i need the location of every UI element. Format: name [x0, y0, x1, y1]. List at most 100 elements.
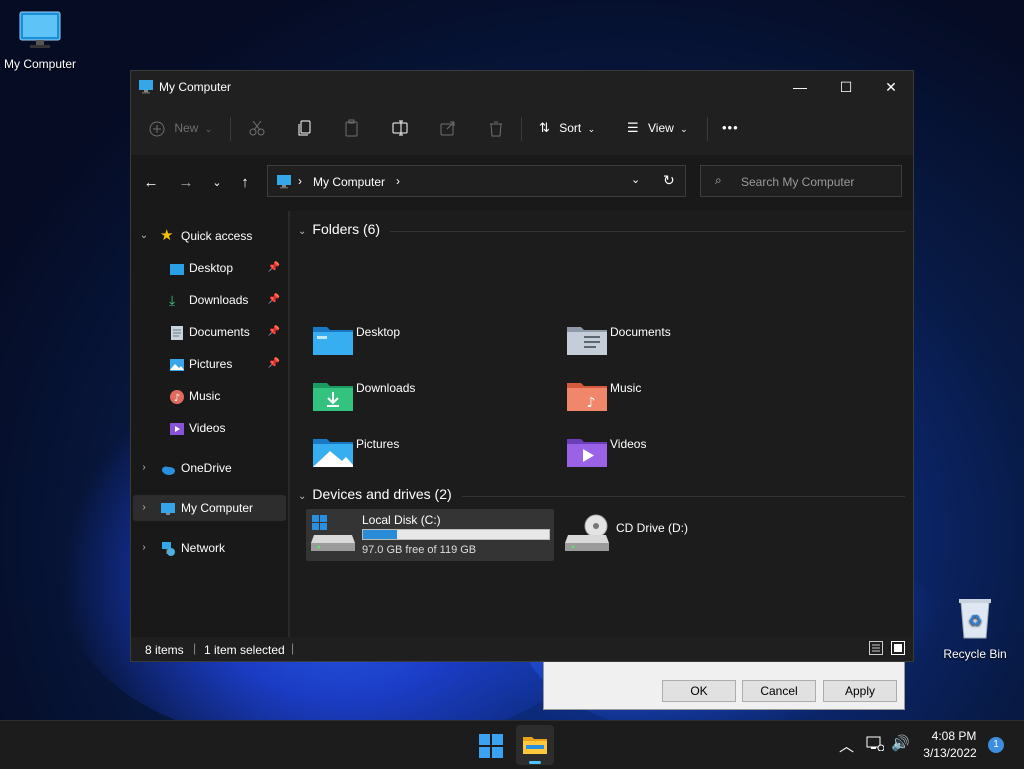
- delete-icon[interactable]: [487, 119, 505, 137]
- nav-item-desktop[interactable]: Desktop 📌: [133, 255, 286, 281]
- minimize-button[interactable]: —: [777, 71, 823, 103]
- content-area: ⌄ Folders (6) Desktop Documents Downloads…: [290, 211, 913, 637]
- folder-label: Desktop: [356, 325, 401, 339]
- search-box[interactable]: ⌕ Search My Computer: [700, 165, 902, 197]
- paste-icon[interactable]: [343, 119, 361, 137]
- nav-label: Music: [189, 389, 221, 403]
- desktop-icon-my-computer[interactable]: My Computer: [0, 10, 80, 71]
- volume-icon[interactable]: 🔊: [891, 734, 910, 752]
- desktop-icon-recycle-bin[interactable]: ♻ Recycle Bin: [935, 596, 1015, 661]
- folder-tile-documents[interactable]: Documents: [560, 315, 806, 363]
- folder-tile-videos[interactable]: Videos: [560, 427, 806, 475]
- details-view-icon[interactable]: [869, 641, 883, 658]
- refresh-icon[interactable]: ↻: [663, 172, 675, 189]
- toolbar-separator: [707, 117, 708, 141]
- plus-circle-icon: [149, 121, 165, 137]
- drives-group-header[interactable]: ⌄ Devices and drives (2): [298, 486, 452, 502]
- view-button[interactable]: ☰ View ⌄: [627, 118, 688, 138]
- nav-quick-access[interactable]: ⌄ ★ Quick access: [133, 223, 286, 249]
- svg-text:♪: ♪: [174, 393, 180, 404]
- new-label: New: [174, 121, 199, 135]
- new-button[interactable]: New ⌄: [149, 118, 212, 138]
- nav-label: Network: [181, 541, 226, 555]
- ok-button[interactable]: OK: [662, 680, 736, 702]
- nav-network[interactable]: › Network: [133, 535, 286, 561]
- taskbar: ︿ 🔊 4:08 PM 3/13/2022 1: [0, 720, 1024, 769]
- nav-item-videos[interactable]: Videos: [133, 415, 286, 441]
- folders-group-title: Folders (6): [312, 221, 381, 237]
- command-bar: New ⌄ ⇅ Sort ⌄ ☰ View ⌄ •••: [131, 105, 913, 151]
- up-button[interactable]: ↑: [233, 173, 257, 193]
- star-icon: ★: [160, 227, 174, 244]
- apply-button[interactable]: Apply: [823, 680, 897, 702]
- clock-date[interactable]: 3/13/2022: [915, 746, 985, 760]
- breadcrumb-separator: ›: [396, 174, 400, 188]
- chevron-down-icon: ⌄: [204, 124, 213, 134]
- nav-label: Documents: [189, 325, 250, 339]
- pictures-folder-icon: [313, 439, 353, 467]
- pin-icon: 📌: [267, 326, 280, 337]
- folder-tile-pictures[interactable]: Pictures: [306, 427, 552, 475]
- share-icon[interactable]: [439, 119, 457, 137]
- nav-item-documents[interactable]: Documents 📌: [133, 319, 286, 345]
- folder-tile-music[interactable]: ♪ Music: [560, 371, 806, 419]
- nav-item-pictures[interactable]: Pictures 📌: [133, 351, 286, 377]
- chevron-right-icon: ›: [142, 462, 146, 473]
- notification-badge[interactable]: 1: [988, 737, 1004, 753]
- drive-tile-local-disk-c[interactable]: Local Disk (C:) 97.0 GB free of 119 GB: [306, 509, 554, 561]
- drive-usage-bar: [362, 529, 550, 540]
- drive-label: CD Drive (D:): [616, 521, 688, 535]
- window-title: My Computer: [159, 80, 232, 94]
- drive-free-space: 97.0 GB free of 119 GB: [362, 544, 477, 556]
- file-explorer-window: My Computer — ☐ ✕ New ⌄ ⇅ Sort ⌄ ☰ View …: [130, 70, 914, 662]
- cloud-icon: [160, 460, 176, 476]
- picture-icon: [169, 356, 185, 372]
- sort-label: Sort: [559, 121, 582, 135]
- folder-tile-downloads[interactable]: Downloads: [306, 371, 552, 419]
- show-hidden-icons-chevron-icon[interactable]: ︿: [839, 735, 854, 756]
- cut-icon[interactable]: [248, 119, 266, 137]
- start-button[interactable]: [476, 731, 506, 761]
- desktop-folder-icon: [313, 327, 353, 355]
- nav-label: Pictures: [189, 357, 233, 371]
- status-bar: 8 items | 1 item selected |: [131, 637, 913, 661]
- download-arrow-icon: ⤓: [169, 292, 176, 308]
- large-icons-view-icon[interactable]: [891, 641, 905, 658]
- drives-group-title: Devices and drives (2): [312, 486, 452, 502]
- recent-locations-button[interactable]: ⌄: [205, 173, 229, 193]
- nav-onedrive[interactable]: › OneDrive: [133, 455, 286, 481]
- close-button[interactable]: ✕: [868, 71, 914, 103]
- maximize-button[interactable]: ☐: [823, 71, 869, 103]
- taskbar-file-explorer[interactable]: [516, 725, 554, 765]
- chevron-down-icon: ⌄: [298, 226, 307, 237]
- network-status-icon[interactable]: [866, 735, 885, 754]
- nav-my-computer[interactable]: › My Computer: [133, 495, 286, 521]
- address-bar[interactable]: › My Computer › ⌄ ↻: [267, 165, 686, 197]
- cancel-button[interactable]: Cancel: [742, 680, 816, 702]
- address-history-dropdown[interactable]: ⌄: [631, 173, 640, 186]
- nav-item-music[interactable]: ♪ Music: [133, 383, 286, 409]
- network-icon: [160, 540, 176, 556]
- more-options-button[interactable]: •••: [722, 118, 739, 138]
- search-input[interactable]: Search My Computer: [741, 175, 854, 189]
- address-row: ← → ⌄ ↑ › My Computer › ⌄ ↻ ⌕ Search My …: [131, 155, 913, 211]
- forward-button[interactable]: →: [174, 173, 198, 193]
- folders-group-header[interactable]: ⌄ Folders (6): [298, 221, 380, 237]
- status-divider: |: [193, 641, 197, 655]
- nav-label: My Computer: [181, 501, 254, 515]
- title-bar[interactable]: My Computer — ☐ ✕: [131, 71, 913, 103]
- selection-count: 1 item selected: [204, 643, 285, 657]
- drive-tile-cd-drive-d[interactable]: CD Drive (D:): [560, 509, 806, 557]
- rename-icon[interactable]: [391, 119, 409, 137]
- clock-time[interactable]: 4:08 PM: [919, 729, 989, 743]
- nav-item-downloads[interactable]: ⤓ Downloads 📌: [133, 287, 286, 313]
- status-divider: |: [291, 641, 295, 655]
- folder-tile-desktop[interactable]: Desktop: [306, 315, 552, 363]
- copy-icon[interactable]: [296, 119, 314, 137]
- documents-folder-icon: [567, 327, 607, 355]
- monitor-icon: [277, 175, 291, 189]
- back-button[interactable]: ←: [139, 173, 163, 193]
- svg-text:♻: ♻: [968, 611, 982, 630]
- sort-button[interactable]: ⇅ Sort ⌄: [539, 118, 595, 138]
- breadcrumb-my-computer[interactable]: My Computer: [313, 175, 385, 189]
